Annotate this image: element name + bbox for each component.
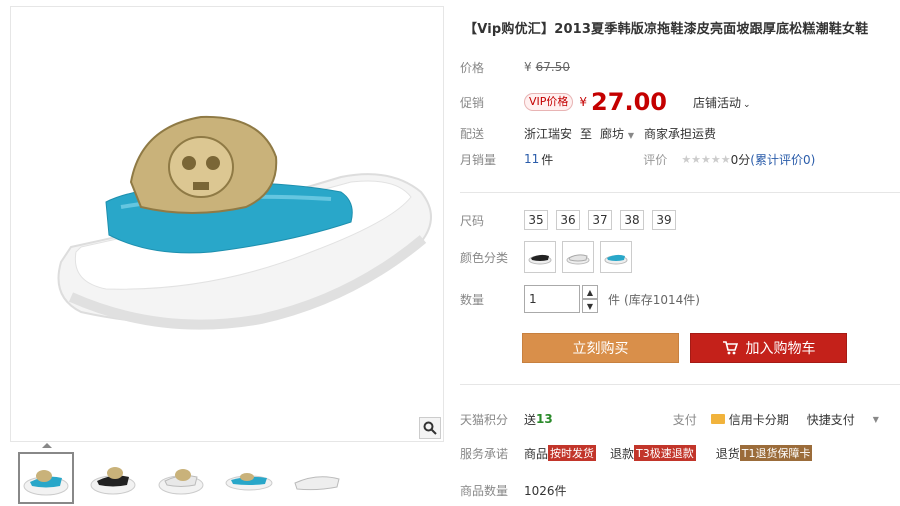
size-option-35[interactable]: 35 — [524, 210, 548, 230]
divider — [460, 384, 900, 385]
quantity-unit: 件 — [608, 292, 621, 307]
price-label: 价格 — [460, 60, 485, 75]
rating-count-link[interactable]: (累计评价0) — [750, 151, 815, 168]
divider — [460, 192, 900, 193]
points-value: 13 — [536, 412, 553, 426]
add-to-cart-label: 加入购物车 — [745, 341, 816, 357]
credit-card-icon — [710, 414, 725, 424]
size-option-37[interactable]: 37 — [588, 210, 612, 230]
price-currency: ¥ — [524, 60, 532, 74]
ship-from: 浙江瑞安 — [524, 126, 573, 141]
quantity-increase-button[interactable]: ▲ — [582, 285, 598, 299]
service-refund-label: 退款 — [610, 446, 635, 461]
stock-count: (库存1014件) — [624, 292, 700, 307]
service-row: 服务承诺 商品 按时发货 退款 T3极速退款 退货 T1退货保障卡 — [460, 442, 813, 464]
return-guarantee-tag[interactable]: T1退货保障卡 — [739, 445, 813, 461]
size-row: 尺码 35 36 37 38 39 — [460, 209, 684, 231]
store-activity-label: 店铺活动 — [692, 95, 741, 110]
ship-destination-select[interactable]: 廊坊 ▼ — [600, 125, 634, 142]
service-goods-label: 商品 — [524, 446, 549, 461]
quantity-decrease-button[interactable]: ▼ — [582, 299, 598, 313]
product-title: 【Vip购优汇】2013夏季韩版凉拖鞋漆皮亮面坡跟厚底松糕潮鞋女鞋 — [464, 22, 869, 37]
points-label: 天猫积分 — [460, 412, 509, 427]
rating-stars-icon: ★★★★★ — [681, 152, 731, 166]
promo-price: 27.00 — [591, 88, 667, 116]
sandal-illustration — [57, 115, 432, 330]
thumbnail-5[interactable] — [290, 452, 346, 504]
service-label: 服务承诺 — [460, 446, 509, 461]
size-label: 尺码 — [460, 213, 485, 228]
monthly-sales-label: 月销量 — [460, 152, 497, 167]
credit-installment-link[interactable]: 信用卡分期 — [729, 411, 789, 428]
original-price: 67.50 — [535, 60, 570, 74]
product-page: 【Vip购优汇】2013夏季韩版凉拖鞋漆皮亮面坡跟厚底松糕潮鞋女鞋 价格 ¥ 6… — [0, 0, 900, 506]
color-label: 颜色分类 — [460, 250, 509, 265]
fast-refund-tag[interactable]: T3极速退款 — [634, 445, 696, 461]
quantity-input[interactable] — [524, 285, 580, 313]
size-option-38[interactable]: 38 — [620, 210, 644, 230]
color-row: 颜色分类 — [460, 240, 638, 274]
size-option-36[interactable]: 36 — [556, 210, 580, 230]
points-row: 天猫积分 送 13 支付 信用卡分期 快捷支付 ▼ — [460, 408, 879, 430]
color-option-black[interactable] — [524, 241, 556, 273]
price-row: 价格 ¥ 67.50 — [460, 56, 570, 78]
zoom-button[interactable] — [419, 417, 441, 439]
ontime-delivery-tag[interactable]: 按时发货 — [548, 445, 597, 461]
size-option-39[interactable]: 39 — [652, 210, 676, 230]
main-product-image[interactable] — [10, 6, 444, 442]
goods-count-value: 1026件 — [524, 483, 567, 498]
color-option-blue[interactable] — [600, 241, 632, 273]
ship-to-word: 至 — [580, 126, 593, 141]
add-to-cart-button[interactable]: 加入购物车 — [690, 333, 847, 363]
thumbnail-3[interactable] — [154, 452, 210, 504]
points-prefix: 送 — [524, 412, 537, 427]
goods-count-label: 商品数量 — [460, 483, 509, 498]
goods-count-row: 商品数量 1026件 — [460, 479, 567, 501]
store-activity-dropdown[interactable]: 店铺活动 ⌄ — [693, 94, 751, 111]
quantity-row: 数量 ▲ ▼ 件 (库存1014件) — [460, 284, 700, 314]
promo-currency: ¥ — [579, 95, 588, 109]
shipping-label: 配送 — [460, 126, 485, 141]
sales-row: 月销量 11 件 评价 ★★★★★ 0分 (累计评价0) — [460, 148, 815, 170]
thumbnail-strip — [10, 448, 444, 506]
thumbnail-1[interactable] — [18, 452, 74, 504]
magnifier-icon — [423, 421, 437, 435]
shipping-note: 商家承担运费 — [644, 126, 717, 141]
thumbnail-4[interactable] — [222, 452, 278, 504]
caret-down-icon: ▼ — [627, 130, 635, 140]
promo-label: 促销 — [460, 95, 485, 110]
rating-score: 0分 — [730, 152, 751, 167]
monthly-sales-unit: 件 — [541, 152, 554, 167]
quantity-stepper: ▲ ▼ — [582, 285, 598, 313]
thumbnail-2[interactable] — [86, 452, 142, 504]
quick-pay-link[interactable]: 快捷支付 — [807, 411, 855, 428]
ship-destination-label: 廊坊 — [600, 126, 625, 141]
quantity-label: 数量 — [460, 292, 485, 307]
service-return-label: 退货 — [715, 446, 740, 461]
promo-row: 促销 VIP价格 ¥ 27.00 店铺活动 ⌄ — [460, 88, 751, 116]
buy-now-button[interactable]: 立刻购买 — [522, 333, 679, 363]
cart-icon — [722, 341, 738, 355]
caret-down-icon[interactable]: ▼ — [873, 415, 879, 424]
product-info-panel: 【Vip购优汇】2013夏季韩版凉拖鞋漆皮亮面坡跟厚底松糕潮鞋女鞋 价格 ¥ 6… — [460, 0, 900, 506]
color-option-white[interactable] — [562, 241, 594, 273]
rating-label: 评价 — [643, 152, 668, 167]
chevron-down-icon: ⌄ — [742, 99, 751, 110]
payment-label: 支付 — [672, 412, 697, 427]
shipping-row: 配送 浙江瑞安 至 廊坊 ▼ 商家承担运费 — [460, 122, 716, 144]
monthly-sales-value: 11 — [524, 152, 540, 166]
vip-price-tag: VIP价格 — [524, 93, 574, 111]
